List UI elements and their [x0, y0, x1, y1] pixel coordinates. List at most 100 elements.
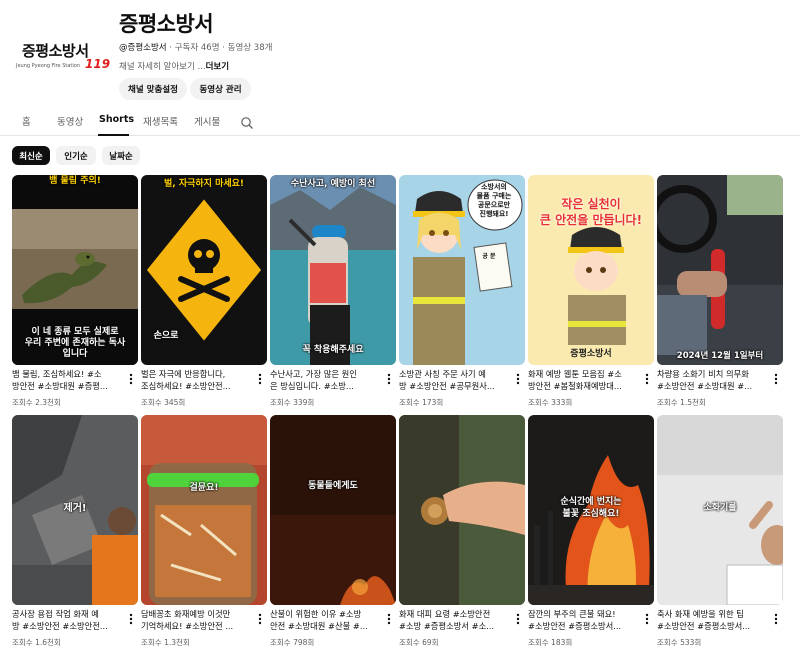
short-thumbnail[interactable]: 수난사고, 예방이 최선 꼭 착용해주세요	[270, 175, 396, 365]
channel-title: 증평소방서	[119, 12, 214, 36]
short-title-2[interactable]: 은 방심입니다. #소방...	[270, 380, 382, 392]
tab-videos[interactable]: 동영상	[57, 114, 83, 128]
short-title[interactable]: 담배꽁초 화재예방 이것만	[141, 608, 253, 620]
thumb-caption: 큰 안전을 만듭니다!	[539, 213, 643, 227]
short-title-2[interactable]: 조심하세요! #소방안전...	[141, 380, 253, 392]
search-icon[interactable]	[240, 116, 254, 130]
short-title[interactable]: 공사장 용접 작업 화재 예	[12, 608, 124, 620]
short-thumbnail[interactable]: 2024년 12월 1일부터	[657, 175, 783, 365]
chip-oldest[interactable]: 날짜순	[102, 146, 140, 165]
active-tab-indicator	[98, 134, 129, 136]
thumb-caption: 걸뮨요!	[189, 483, 219, 493]
description-text: 채널 자세히 알아보기 ...	[119, 62, 206, 72]
short-thumbnail[interactable]: 순식간에 번지는 불꽃 조심해요!	[528, 415, 654, 605]
thumb-caption: 입니다	[62, 349, 88, 359]
more-options-icon[interactable]	[513, 612, 523, 626]
more-options-icon[interactable]	[513, 372, 523, 386]
channel-description[interactable]: 채널 자세히 알아보기 ...더보기	[119, 60, 229, 72]
short-title-2[interactable]: 방안전 #소방대원 #증평...	[12, 380, 124, 392]
short-thumbnail[interactable]: 걸뮨요!	[141, 415, 267, 605]
car-extinguisher-thumbnail-image	[657, 175, 783, 365]
short-thumbnail[interactable]: 제거!	[12, 415, 138, 605]
thumb-caption: 벌, 자극하지 마세요!	[163, 179, 245, 189]
short-title-2[interactable]: #소방 #증평소방서 #소...	[399, 620, 511, 632]
kayak-thumbnail-image	[270, 175, 396, 365]
more-options-icon[interactable]	[771, 372, 781, 386]
channel-avatar[interactable]: 증평소방서 Jeung Pyeong Fire Station 119	[12, 32, 110, 76]
more-options-icon[interactable]	[255, 612, 265, 626]
short-title[interactable]: 차량용 소화기 비치 의무화	[657, 368, 769, 380]
short-title[interactable]: 축사 화재 예방을 위한 팁	[657, 608, 769, 620]
view-count: 조회수 333회	[528, 398, 573, 407]
short-thumbnail[interactable]: 벌, 자극하지 마세요! 손으로	[141, 175, 267, 365]
view-count: 조회수 339회	[270, 398, 315, 407]
more-options-icon[interactable]	[384, 612, 394, 626]
more-options-icon[interactable]	[384, 372, 394, 386]
short-title-2[interactable]: #소방안전 #소방대원 #...	[657, 380, 769, 392]
thumb-caption: 증평소방서	[570, 349, 612, 359]
short-title-2[interactable]: 안전 #소방대원 #산불 #...	[270, 620, 382, 632]
short-thumbnail[interactable]: 뱀 물림 주의! 이 네 종류 모두 실제로 우리 주변에 존재하는 독사 입니…	[12, 175, 138, 365]
short-title-2[interactable]: 방 #소방안전 #공무원사...	[399, 380, 511, 392]
view-count: 조회수 173회	[399, 398, 444, 407]
short-title[interactable]: 잠깐의 부주의 큰불 돼요!	[528, 608, 640, 620]
thumb-caption: 뱀 물림 주의!	[49, 176, 101, 186]
short-title-2[interactable]: #소방안전 #증평소방서...	[657, 620, 769, 632]
channel-stats: · 구독자 46명 · 동영상 38개	[166, 43, 273, 53]
short-thumbnail[interactable]	[399, 415, 525, 605]
tab-playlists[interactable]: 재생목록	[143, 114, 178, 128]
more-options-icon[interactable]	[642, 612, 652, 626]
customize-channel-button[interactable]: 채널 맞춤설정	[119, 78, 187, 100]
short-title[interactable]: 벌은 자극에 반응합니다,	[141, 368, 253, 380]
short-title-2[interactable]: 기억하세요! #소방안전 ...	[141, 620, 253, 632]
short-title-2[interactable]: #소방안전 #증평소방서...	[528, 620, 640, 632]
thumb-caption: 공 문	[482, 253, 496, 260]
thumb-caption: 진행돼요!	[479, 210, 509, 218]
view-count: 조회수 183회	[528, 638, 573, 647]
manage-videos-button[interactable]: 동영상 관리	[190, 78, 251, 100]
short-title[interactable]: 화재 대피 요령 #소방안전	[399, 608, 511, 620]
view-count: 조회수 1.5천회	[657, 398, 706, 407]
door-knob-thumbnail-image	[399, 415, 525, 605]
chip-popular[interactable]: 인기순	[56, 146, 96, 165]
channel-tabs: 홈 동영상 Shorts 재생목록 게시물	[0, 108, 800, 136]
short-thumbnail[interactable]: 작은 실천이 큰 안전을 만듭니다! 증평소방서	[528, 175, 654, 365]
short-thumbnail[interactable]: 소방서의 물품 구매는 공문으로만 진행돼요! 공 문	[399, 175, 525, 365]
thumb-caption: 손으로	[153, 331, 179, 341]
more-options-icon[interactable]	[642, 372, 652, 386]
channel-meta: @증평소방서 · 구독자 46명 · 동영상 38개	[119, 41, 272, 53]
tab-shorts[interactable]: Shorts	[99, 114, 134, 125]
short-title[interactable]: 뱀 물림, 조심하세요! #소	[12, 368, 124, 380]
view-count: 조회수 798회	[270, 638, 315, 647]
short-thumbnail[interactable]: 동물들에게도	[270, 415, 396, 605]
cigarette-jar-thumbnail-image	[141, 415, 267, 605]
tab-home[interactable]: 홈	[22, 114, 31, 128]
thumb-caption: 이 네 종류 모두 실제로	[31, 327, 119, 337]
thumb-caption: 순식간에 번지는	[560, 497, 622, 507]
more-link[interactable]: 더보기	[206, 62, 229, 72]
wildfire-thumbnail-image	[270, 415, 396, 605]
thumb-caption: 꼭 착용해주세요	[302, 345, 364, 355]
thumb-caption: 공문으로만	[477, 201, 511, 209]
short-title-2[interactable]: 방 #소방안전 #소방안전...	[12, 620, 124, 632]
short-title-2[interactable]: 방안전 #봄철화재예방대...	[528, 380, 640, 392]
short-title[interactable]: 산불이 위험한 이유 #소방	[270, 608, 382, 620]
more-options-icon[interactable]	[126, 372, 136, 386]
short-title[interactable]: 소방관 사칭 주문 사기 예	[399, 368, 511, 380]
thumb-caption: 수난사고, 예방이 최선	[290, 179, 376, 189]
short-title[interactable]: 수난사고, 가장 많은 원인	[270, 368, 382, 380]
thumb-caption: 제거!	[63, 503, 87, 514]
thumb-caption: 동물들에게도	[308, 481, 358, 491]
avatar-119-logo: 119	[85, 57, 111, 71]
chip-latest[interactable]: 최신순	[12, 146, 50, 165]
tab-posts[interactable]: 게시물	[194, 114, 220, 128]
short-thumbnail[interactable]: 소화기를	[657, 415, 783, 605]
short-title[interactable]: 화재 예방 웹툰 모음집 #소	[528, 368, 640, 380]
more-options-icon[interactable]	[255, 372, 265, 386]
view-count: 조회수 69회	[399, 638, 439, 647]
thumb-caption: 물품 구매는	[476, 192, 512, 200]
view-count: 조회수 1.6천회	[12, 638, 61, 647]
more-options-icon[interactable]	[126, 612, 136, 626]
more-options-icon[interactable]	[771, 612, 781, 626]
thumb-caption: 작은 실천이	[561, 197, 621, 211]
